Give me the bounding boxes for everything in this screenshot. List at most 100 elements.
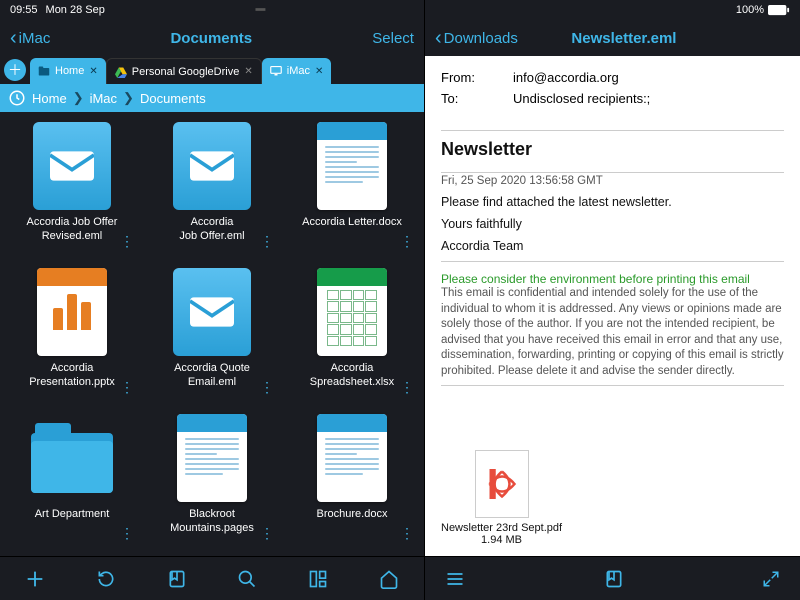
- file-icon: [311, 120, 393, 212]
- tab-strip: ＋ Home ✕ Personal GoogleDrive ✕ iMac ✕: [0, 56, 424, 84]
- grabber-icon: ━: [256, 0, 264, 20]
- file-item[interactable]: Accordia Quote Email.eml⋮: [144, 266, 280, 408]
- refresh-button[interactable]: [95, 568, 117, 590]
- file-item[interactable]: Brochure.docx ⋮: [284, 412, 420, 554]
- file-label: Accordia Presentation.pptx: [17, 362, 127, 390]
- bookmark-button[interactable]: [604, 569, 624, 589]
- gdrive-icon: [115, 66, 127, 78]
- back-label: iMac: [19, 30, 51, 47]
- left-toolbar: [0, 556, 424, 600]
- close-icon[interactable]: ✕: [244, 66, 252, 77]
- search-button[interactable]: [236, 568, 258, 590]
- view-button[interactable]: [307, 568, 329, 590]
- tab-gdrive[interactable]: Personal GoogleDrive ✕: [106, 58, 262, 84]
- file-item[interactable]: Accordia Job Offer Revised.eml⋮: [4, 120, 140, 262]
- crumb[interactable]: Home: [32, 91, 67, 106]
- file-label: Accordia Quote Email.eml: [157, 362, 267, 390]
- file-browser-pane: 09:55 Mon 28 Sep ━ ‹ iMac Documents Sele…: [0, 0, 425, 600]
- crumb[interactable]: iMac: [90, 91, 117, 106]
- file-icon: [171, 412, 253, 504]
- chevron-right-icon: ❯: [123, 90, 134, 106]
- right-toolbar: [425, 556, 800, 600]
- chevron-right-icon: ❯: [73, 90, 84, 106]
- right-navbar: ‹ Downloads Newsletter.eml: [425, 20, 800, 56]
- battery-pct: 100%: [736, 4, 764, 16]
- file-item[interactable]: Accordia Letter.docx ⋮: [284, 120, 420, 262]
- file-item[interactable]: Accordia Spreadsheet.xlsx⋮: [284, 266, 420, 408]
- file-label: Brochure.docx: [317, 508, 388, 522]
- file-grid: Accordia Job Offer Revised.eml⋮AccordiaJ…: [0, 112, 424, 556]
- file-item[interactable]: Accordia Presentation.pptx⋮: [4, 266, 140, 408]
- file-menu-button[interactable]: ⋮: [260, 525, 274, 542]
- folder-icon: [38, 65, 50, 77]
- history-icon[interactable]: [8, 89, 26, 107]
- email-date: Fri, 25 Sep 2020 13:56:58 GMT: [441, 175, 784, 187]
- file-icon: [311, 266, 393, 358]
- attachment-name: Newsletter 23rd Sept.pdf: [441, 522, 562, 534]
- file-icon: [171, 266, 253, 358]
- battery-icon: [768, 5, 790, 16]
- file-menu-button[interactable]: ⋮: [120, 379, 134, 396]
- file-label: Accordia Job Offer Revised.eml: [17, 216, 127, 244]
- close-icon[interactable]: ✕: [89, 66, 97, 77]
- email-text: Yours faithfully: [441, 217, 784, 231]
- home-button[interactable]: [378, 568, 400, 590]
- file-label: Art Department: [35, 508, 110, 522]
- file-menu-button[interactable]: ⋮: [260, 233, 274, 250]
- file-menu-button[interactable]: ⋮: [260, 379, 274, 396]
- file-label: Blackroot Mountains.pages: [157, 508, 267, 536]
- select-button[interactable]: Select: [372, 30, 414, 47]
- status-bar: 09:55 Mon 28 Sep ━: [0, 0, 424, 20]
- tab-home[interactable]: Home ✕: [30, 58, 106, 84]
- tab-imac[interactable]: iMac ✕: [262, 58, 332, 84]
- close-icon[interactable]: ✕: [315, 66, 323, 77]
- file-menu-button[interactable]: ⋮: [120, 233, 134, 250]
- file-menu-button[interactable]: ⋮: [400, 525, 414, 542]
- disclaimer-text: This email is confidential and intended …: [441, 286, 784, 386]
- email-header: From: info@accordia.org To: Undisclosed …: [425, 56, 800, 120]
- status-day: Mon 28 Sep: [46, 4, 105, 16]
- chevron-left-icon: ‹: [435, 28, 442, 48]
- file-menu-button[interactable]: ⋮: [400, 233, 414, 250]
- email-subject: Newsletter: [441, 139, 784, 160]
- crumb[interactable]: Documents: [140, 91, 206, 106]
- monitor-icon: [270, 65, 282, 77]
- file-item[interactable]: Art Department ⋮: [4, 412, 140, 554]
- pdf-icon: [475, 450, 529, 518]
- file-label: AccordiaJob Offer.eml: [179, 216, 244, 244]
- back-button[interactable]: ‹ Downloads: [435, 28, 518, 48]
- add-tab-button[interactable]: ＋: [4, 59, 26, 81]
- back-button[interactable]: ‹ iMac: [10, 28, 50, 48]
- menu-button[interactable]: [445, 569, 465, 589]
- file-icon: [31, 266, 113, 358]
- file-item[interactable]: AccordiaJob Offer.eml ⋮: [144, 120, 280, 262]
- left-navbar: ‹ iMac Documents Select: [0, 20, 424, 56]
- add-button[interactable]: [24, 568, 46, 590]
- file-icon: [311, 412, 393, 504]
- disclaimer-title: Please consider the environment before p…: [441, 272, 784, 286]
- from-label: From:: [441, 70, 513, 85]
- chevron-left-icon: ‹: [10, 28, 17, 48]
- right-title: Newsletter.eml: [571, 30, 676, 47]
- to-label: To:: [441, 91, 513, 106]
- file-item[interactable]: Blackroot Mountains.pages⋮: [144, 412, 280, 554]
- file-icon: [171, 120, 253, 212]
- email-text: Accordia Team: [441, 239, 784, 253]
- file-menu-button[interactable]: ⋮: [120, 525, 134, 542]
- bookmark-button[interactable]: [166, 568, 188, 590]
- email-viewer-pane: 100% ‹ Downloads Newsletter.eml From: in…: [425, 0, 800, 600]
- file-icon: [31, 120, 113, 212]
- email-body: Newsletter Fri, 25 Sep 2020 13:56:58 GMT…: [425, 120, 800, 556]
- email-text: Please find attached the latest newslett…: [441, 195, 784, 209]
- file-label: Accordia Letter.docx: [302, 216, 402, 230]
- status-time: 09:55: [10, 4, 38, 16]
- attachment-size: 1.94 MB: [441, 534, 562, 546]
- expand-button[interactable]: [762, 570, 780, 588]
- to-value: Undisclosed recipients:;: [513, 91, 650, 106]
- left-title: Documents: [170, 30, 252, 47]
- attachment[interactable]: Newsletter 23rd Sept.pdf 1.94 MB: [441, 450, 562, 546]
- back-label: Downloads: [444, 30, 518, 47]
- status-bar-right: 100%: [425, 0, 800, 20]
- file-menu-button[interactable]: ⋮: [400, 379, 414, 396]
- from-value: info@accordia.org: [513, 70, 619, 85]
